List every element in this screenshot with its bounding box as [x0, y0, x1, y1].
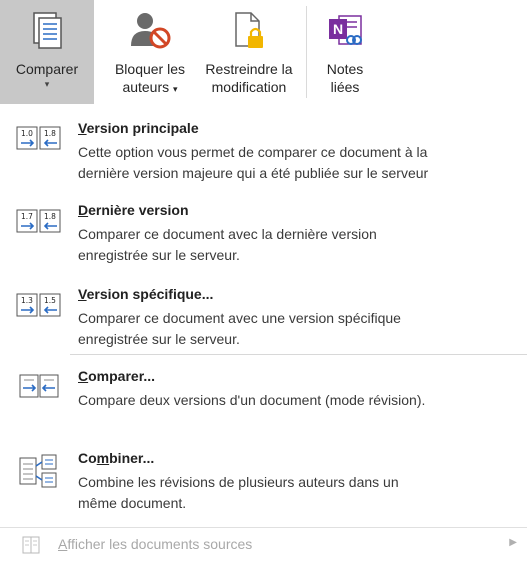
linked-notes-label-2: liées: [330, 79, 360, 95]
ribbon: Comparer ▾ Bloquer les auteurs ▾ Restrei…: [0, 0, 527, 105]
show-source-documents-item[interactable]: Afficher les documents sources ▶: [0, 527, 527, 561]
menu-item-description: Comparer ce document avec une version sp…: [78, 310, 401, 347]
compare-version-specific-icon: 1.3 1.5: [16, 293, 62, 322]
combine-docs-icon: [16, 454, 62, 493]
menu-item-title: Version spécifique...: [78, 286, 214, 302]
block-authors-icon: [128, 0, 172, 60]
compare-version-last-icon: 1.7 1.8: [16, 209, 62, 238]
block-authors-button[interactable]: Bloquer les auteurs ▾: [104, 0, 196, 104]
restrict-editing-label-2: modification: [211, 79, 287, 95]
badge-right: 1.8: [44, 129, 56, 138]
menu-item-description: Combine les révisions de plusieurs auteu…: [78, 474, 399, 511]
compare-docs-icon: [16, 373, 62, 404]
badge-right: 1.8: [44, 212, 56, 221]
compare-button[interactable]: Comparer ▾: [0, 0, 94, 104]
badge-left: 1.7: [21, 212, 33, 221]
linked-notes-button[interactable]: N Notes liées: [312, 0, 378, 104]
menu-item-description: Compare deux versions d'un document (mod…: [78, 392, 426, 408]
restrict-editing-icon: [231, 0, 267, 60]
chevron-down-icon: ▾: [44, 79, 50, 89]
source-documents-icon: [22, 536, 40, 559]
menu-item-title: Dernière version: [78, 202, 189, 218]
chevron-right-icon: ▶: [509, 537, 517, 548]
show-source-documents-label: Afficher les documents sources: [58, 536, 253, 552]
restrict-editing-label-1: Restreindre la: [205, 61, 293, 77]
svg-text:N: N: [333, 21, 343, 37]
block-authors-label-2: auteurs ▾: [122, 79, 178, 95]
menu-item-description: Comparer ce document avec la dernière ve…: [78, 226, 377, 263]
restrict-editing-button[interactable]: Restreindre la modification: [196, 0, 302, 104]
badge-right: 1.5: [44, 296, 56, 305]
linked-notes-label-1: Notes: [326, 61, 364, 77]
onenote-icon: N: [325, 0, 365, 60]
menu-item-last-version[interactable]: 1.7 1.8 Dernière version Comparer ce doc…: [0, 200, 527, 266]
menu-item-compare-docs[interactable]: Comparer... Compare deux versions d'un d…: [0, 366, 527, 422]
menu-item-title: Comparer...: [78, 368, 156, 384]
badge-left: 1.3: [21, 296, 33, 305]
menu-item-title: Combiner...: [78, 450, 155, 466]
menu-item-specific-version[interactable]: 1.3 1.5 Version spécifique... Comparer c…: [0, 284, 527, 350]
menu-item-combine-docs[interactable]: Combiner... Combine les révisions de plu…: [0, 448, 527, 514]
compare-icon: [30, 0, 64, 60]
menu-item-title: Version principale: [78, 120, 199, 136]
badge-left: 1.0: [21, 129, 33, 138]
compare-label: Comparer: [15, 61, 79, 77]
compare-version-major-icon: 1.0 1.8: [16, 126, 62, 155]
block-authors-label-1: Bloquer les: [114, 61, 186, 77]
ribbon-separator: [306, 6, 307, 98]
menu-divider: [70, 354, 527, 355]
compare-dropdown-menu: 1.0 1.8 Version principale Cette option …: [0, 104, 527, 560]
menu-item-major-version[interactable]: 1.0 1.8 Version principale Cette option …: [0, 116, 527, 186]
menu-item-description: Cette option vous permet de comparer ce …: [78, 144, 429, 181]
